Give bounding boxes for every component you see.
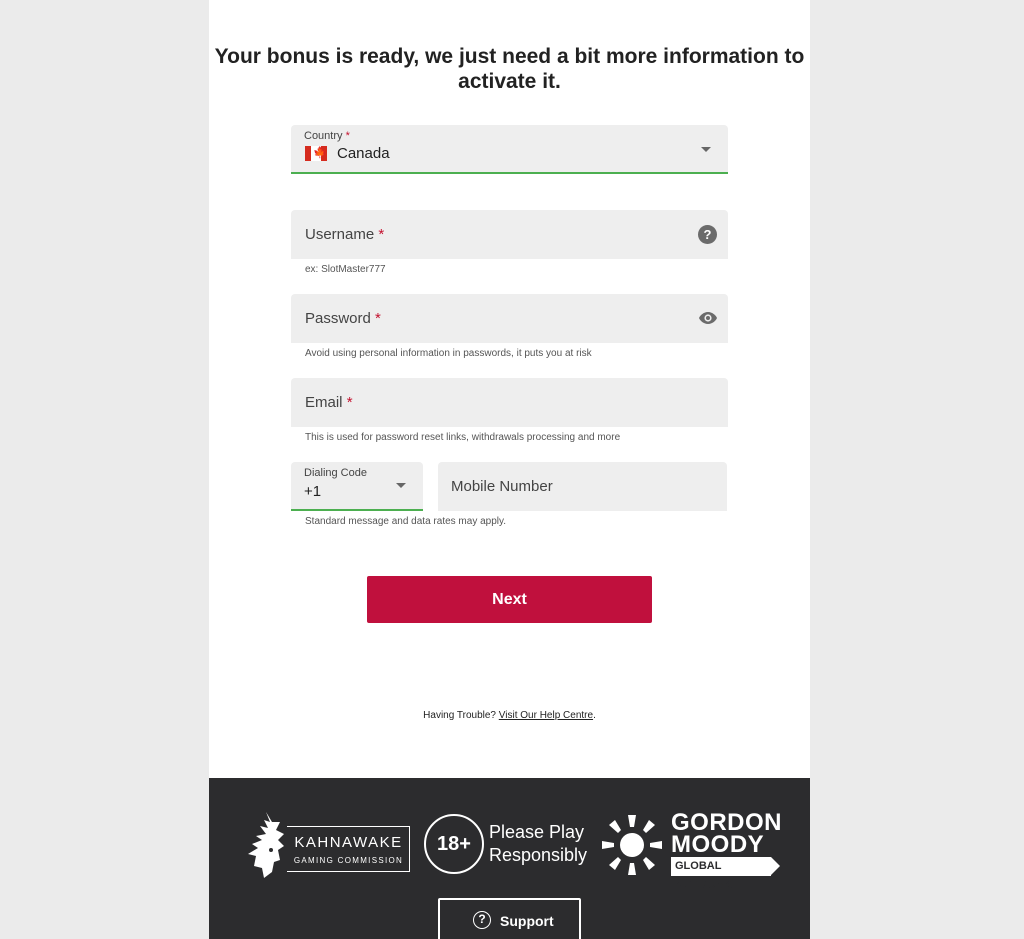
mobile-number-placeholder: Mobile Number — [451, 478, 553, 495]
gordon-moody-logo: GORDON MOODY — [671, 809, 782, 858]
email-label: Email * — [305, 394, 353, 411]
country-select[interactable]: Country * 🍁 Canada — [291, 125, 728, 174]
username-label: Username * — [305, 226, 385, 243]
question-icon[interactable]: ? — [698, 225, 717, 244]
chevron-down-icon — [701, 147, 711, 152]
email-hint: This is used for password reset links, w… — [305, 432, 621, 443]
mobile-number-field[interactable]: Mobile Number — [438, 462, 727, 511]
next-button[interactable]: Next — [367, 576, 652, 623]
mobile-hint: Standard message and data rates may appl… — [305, 516, 507, 527]
dialing-code-label: Dialing Code — [304, 467, 367, 479]
registration-panel: Your bonus is ready, we just need a bit … — [209, 0, 810, 939]
footer: KAHNAWAKE GAMING COMMISSION 18+ Please P… — [209, 778, 810, 939]
support-button[interactable]: ? Support — [438, 898, 581, 939]
password-field[interactable]: Password * — [291, 294, 728, 343]
page-title: Your bonus is ready, we just need a bit … — [214, 45, 805, 93]
dialing-code-select[interactable]: Dialing Code +1 — [291, 462, 423, 511]
email-field[interactable]: Email * — [291, 378, 728, 427]
password-label: Password * — [305, 310, 381, 327]
canada-flag-icon: 🍁 — [305, 146, 327, 161]
question-circle-icon: ? — [473, 911, 491, 929]
username-hint: ex: SlotMaster777 — [305, 264, 386, 275]
dialing-code-value: +1 — [304, 483, 322, 500]
chevron-down-icon — [396, 483, 406, 488]
gordon-moody-logo-icon — [602, 815, 662, 875]
password-hint: Avoid using personal information in pass… — [305, 348, 592, 359]
country-value: Canada — [337, 145, 390, 162]
kahnawake-logo: KAHNAWAKE GAMING COMMISSION — [287, 826, 410, 872]
eye-icon[interactable] — [698, 310, 718, 326]
help-centre-link[interactable]: Visit Our Help Centre — [499, 710, 593, 721]
country-label: Country * — [304, 130, 350, 142]
trouble-text: Having Trouble? — [423, 710, 496, 721]
play-responsibly-text: Please Play Responsibly — [489, 822, 588, 865]
help-text: Having Trouble? Visit Our Help Centre. — [423, 710, 596, 721]
age-restriction-badge: 18+ — [424, 814, 484, 874]
username-field[interactable]: Username * ? — [291, 210, 728, 259]
gordon-moody-network-label: GLOBAL NETWORK — [671, 857, 771, 891]
arrow-icon — [771, 857, 780, 875]
